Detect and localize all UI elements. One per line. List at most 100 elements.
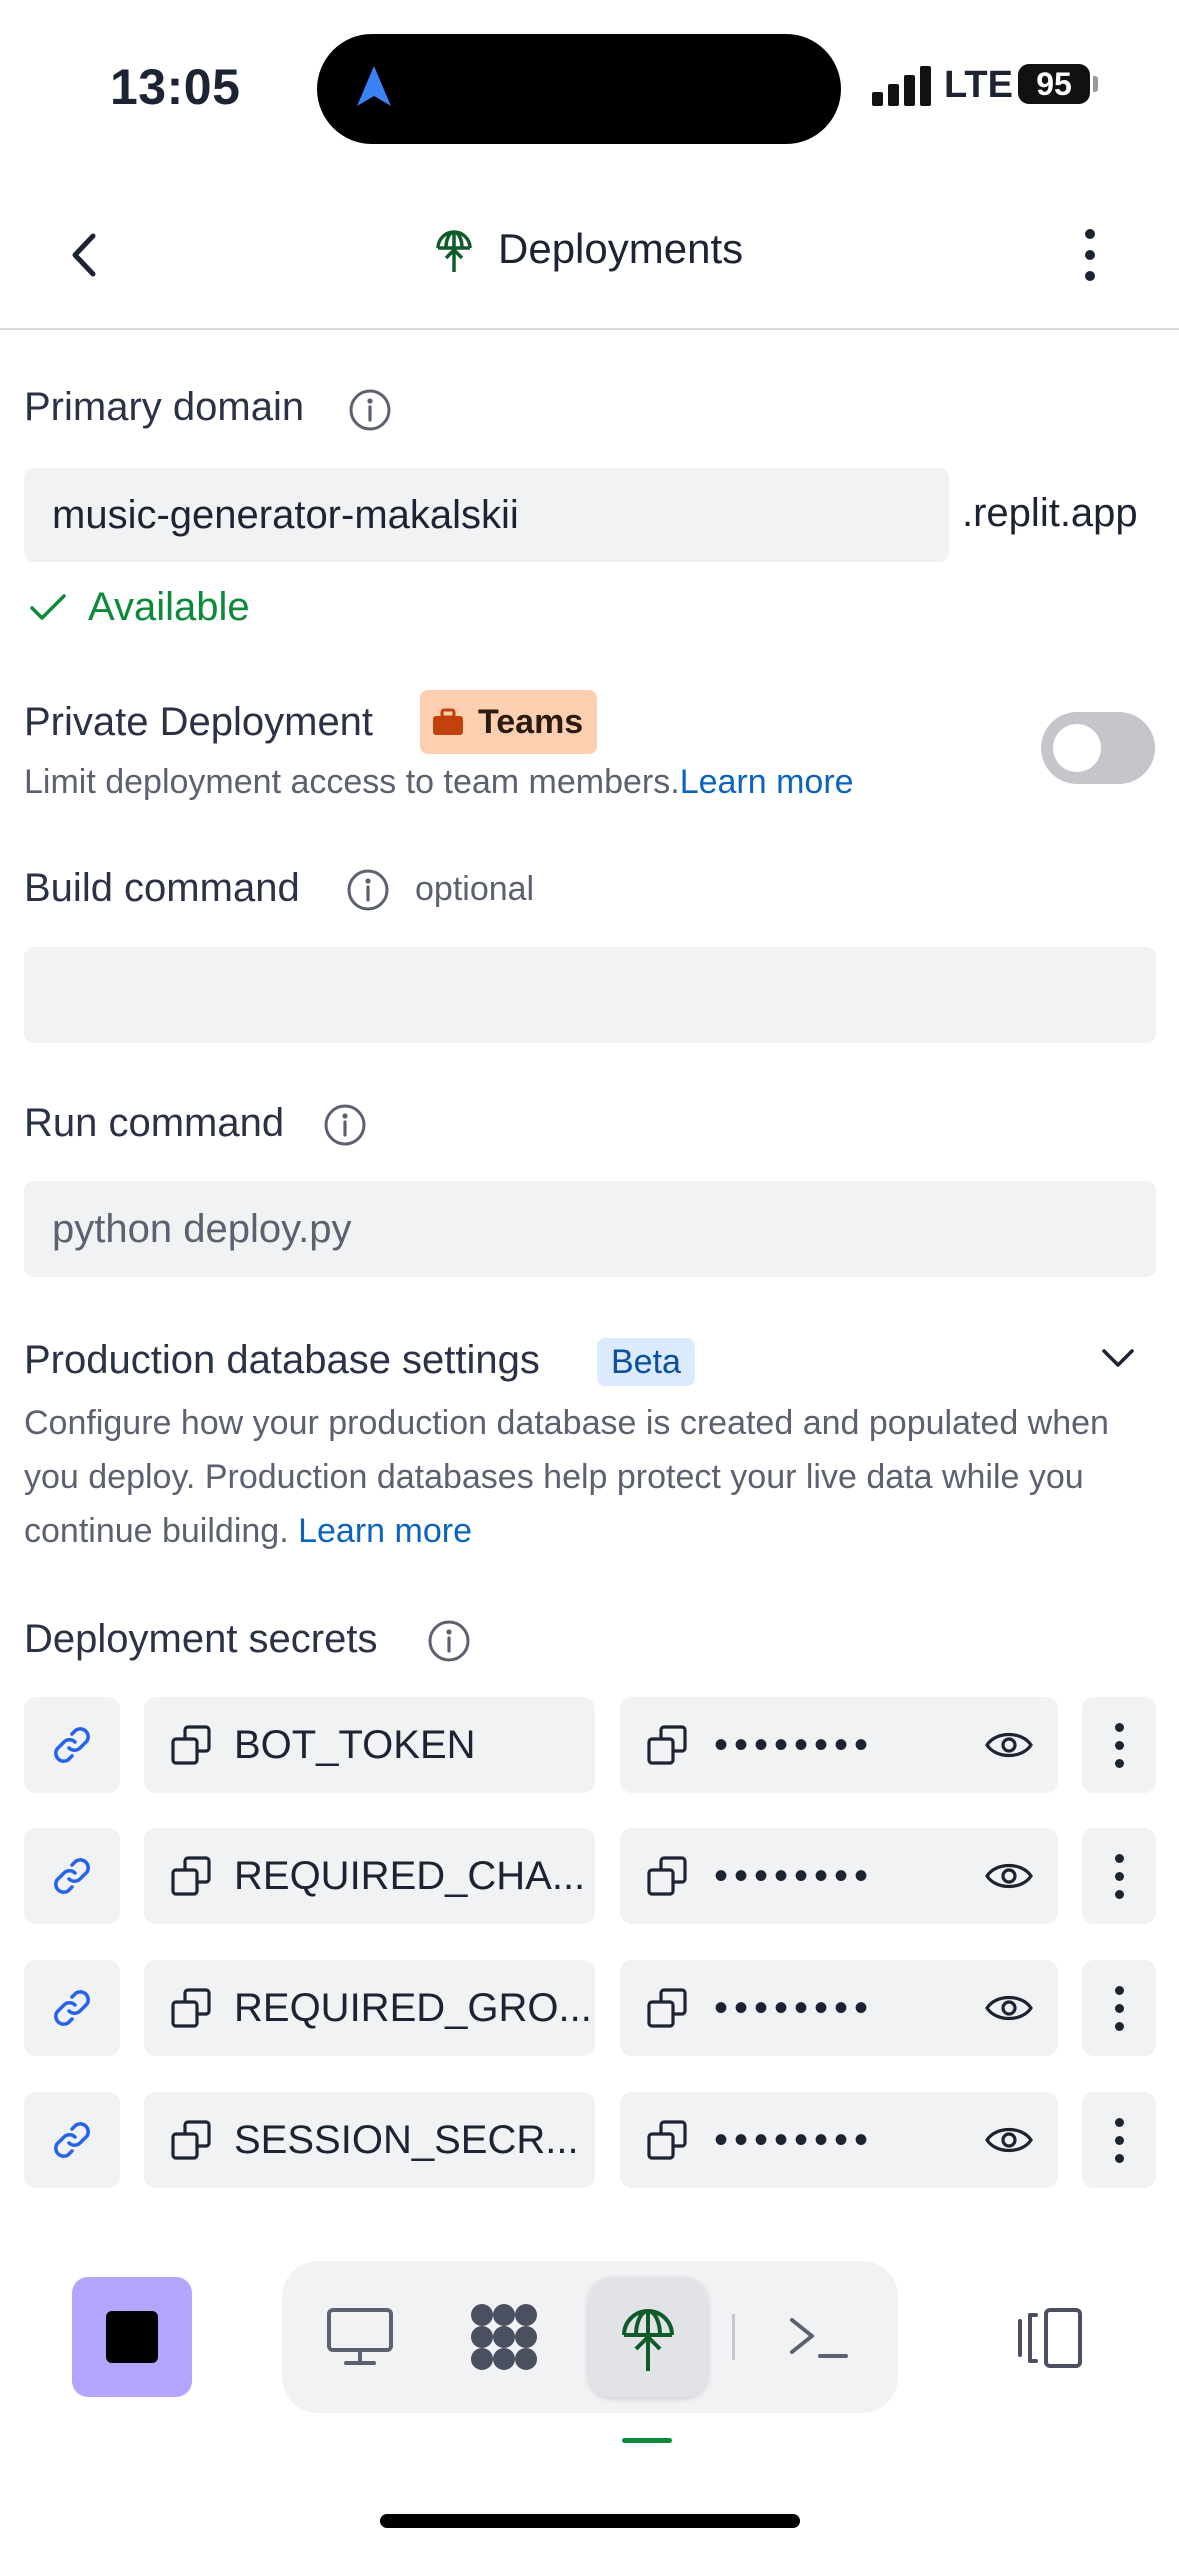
build-command-input[interactable] <box>24 947 1156 1043</box>
teams-badge-label: Teams <box>478 702 584 741</box>
info-icon[interactable] <box>348 388 392 432</box>
secret-value: •••••••• <box>714 1985 875 2030</box>
dot <box>1114 2021 1124 2031</box>
dot <box>1114 1740 1124 1750</box>
dot <box>1114 1985 1124 1995</box>
domain-input[interactable]: music-generator-makalskii <box>24 468 949 562</box>
copy-icon <box>647 1856 687 1896</box>
teams-badge: Teams <box>420 690 598 754</box>
dot <box>1085 271 1095 281</box>
nav-title-group: Deployments <box>432 224 743 274</box>
copy-icon <box>171 1725 211 1765</box>
dot <box>1114 2003 1124 2013</box>
location-arrow-icon <box>357 66 391 106</box>
terminal-icon <box>790 2318 848 2358</box>
production-db-description: Configure how your production database i… <box>24 1396 1144 1558</box>
copy-icon <box>647 2120 687 2160</box>
dot <box>1114 1889 1124 1899</box>
secret-key-field[interactable]: SESSION_SECR... <box>144 2092 595 2188</box>
secret-row: SESSION_SECR... •••••••• <box>24 2092 1156 2188</box>
tab-deployments[interactable] <box>588 2277 708 2397</box>
secret-value-field[interactable]: •••••••• <box>620 1828 1058 1924</box>
secret-key-field[interactable]: REQUIRED_GRO... <box>144 1960 595 2056</box>
eye-icon[interactable] <box>984 1721 1034 1769</box>
chevron-down-icon[interactable] <box>1100 1345 1136 1373</box>
briefcase-icon <box>433 708 463 735</box>
secret-key: REQUIRED_CHA... <box>234 1853 586 1898</box>
check-icon <box>30 593 66 620</box>
run-command-input[interactable]: python deploy.py <box>24 1181 1156 1277</box>
tab-workspace[interactable] <box>444 2277 564 2397</box>
production-db-label: Production database settings <box>24 1338 540 1382</box>
deploy-globe-icon <box>436 230 472 272</box>
availability-text: Available <box>88 585 250 629</box>
active-tab-indicator <box>622 2438 672 2443</box>
copy-icon <box>171 1856 211 1896</box>
secret-menu-button[interactable] <box>1082 2092 1156 2188</box>
eye-icon[interactable] <box>984 1984 1034 2032</box>
status-bar: 13:05 LTE 95 <box>0 0 1179 170</box>
signal-icon <box>872 66 932 106</box>
link-icon <box>54 1990 90 2026</box>
secret-menu-button[interactable] <box>1082 1697 1156 1793</box>
copy-icon <box>647 1988 687 2028</box>
run-command-label: Run command <box>24 1101 285 1145</box>
tab-preview[interactable] <box>300 2277 420 2397</box>
learn-more-link[interactable]: Learn more <box>298 1512 472 1550</box>
info-icon[interactable] <box>323 1103 367 1147</box>
secret-value-field[interactable]: •••••••• <box>620 1960 1058 2056</box>
secret-value-field[interactable]: •••••••• <box>620 2092 1058 2188</box>
dot <box>1114 1758 1124 1768</box>
copy-icon <box>171 2120 211 2160</box>
secret-key-field[interactable]: REQUIRED_CHA... <box>144 1828 595 1924</box>
page-title: Deployments <box>498 225 744 272</box>
secret-menu-button[interactable] <box>1082 1960 1156 2056</box>
network-type: LTE <box>944 64 1013 106</box>
secret-value-field[interactable]: •••••••• <box>620 1697 1058 1793</box>
more-options-button[interactable] <box>1070 220 1110 290</box>
learn-more-link[interactable]: Learn more <box>680 763 854 801</box>
domain-availability: Available <box>28 585 250 630</box>
secret-menu-button[interactable] <box>1082 1828 1156 1924</box>
link-secret-button[interactable] <box>24 1828 120 1924</box>
link-secret-button[interactable] <box>24 2092 120 2188</box>
panels-icon <box>1018 2308 1082 2368</box>
toolbar-divider <box>732 2314 735 2360</box>
info-icon[interactable] <box>346 868 390 912</box>
dot <box>1114 1853 1124 1863</box>
info-icon[interactable] <box>427 1619 471 1663</box>
secret-key-field[interactable]: BOT_TOKEN <box>144 1697 595 1793</box>
secret-key: SESSION_SECR... <box>234 2117 579 2162</box>
primary-domain-label: Primary domain <box>24 385 305 429</box>
dot <box>1114 1871 1124 1881</box>
eye-icon[interactable] <box>984 2116 1034 2164</box>
stop-icon <box>106 2311 158 2363</box>
copy-icon <box>171 1988 211 2028</box>
private-deployment-toggle[interactable] <box>1041 712 1155 784</box>
private-deployment-description: Limit deployment access to team members.… <box>24 755 854 809</box>
optional-hint: optional <box>415 870 535 908</box>
link-icon <box>54 1858 90 1894</box>
dot <box>1114 1722 1124 1732</box>
tab-shell[interactable] <box>758 2277 878 2397</box>
link-secret-button[interactable] <box>24 1960 120 2056</box>
dot <box>1085 250 1095 260</box>
secret-row: REQUIRED_CHA... •••••••• <box>24 1828 1156 1924</box>
nav-header: Deployments <box>0 190 1179 330</box>
secret-value: •••••••• <box>714 2117 875 2162</box>
secret-key: REQUIRED_GRO... <box>234 1985 592 2030</box>
link-secret-button[interactable] <box>24 1697 120 1793</box>
home-indicator <box>380 2514 800 2528</box>
battery-icon: 95 <box>1018 64 1090 104</box>
back-button[interactable] <box>50 220 120 290</box>
secret-value: •••••••• <box>714 1722 875 1767</box>
link-icon <box>54 1727 90 1763</box>
private-deployment-label: Private Deployment <box>24 700 374 744</box>
eye-icon[interactable] <box>984 1852 1034 1900</box>
dot <box>1085 229 1095 239</box>
build-command-label: Build command <box>24 866 300 910</box>
toggle-knob <box>1053 724 1101 772</box>
stop-button[interactable] <box>72 2277 192 2397</box>
beta-badge: Beta <box>597 1338 695 1386</box>
switch-panels-button[interactable] <box>1005 2298 1089 2378</box>
